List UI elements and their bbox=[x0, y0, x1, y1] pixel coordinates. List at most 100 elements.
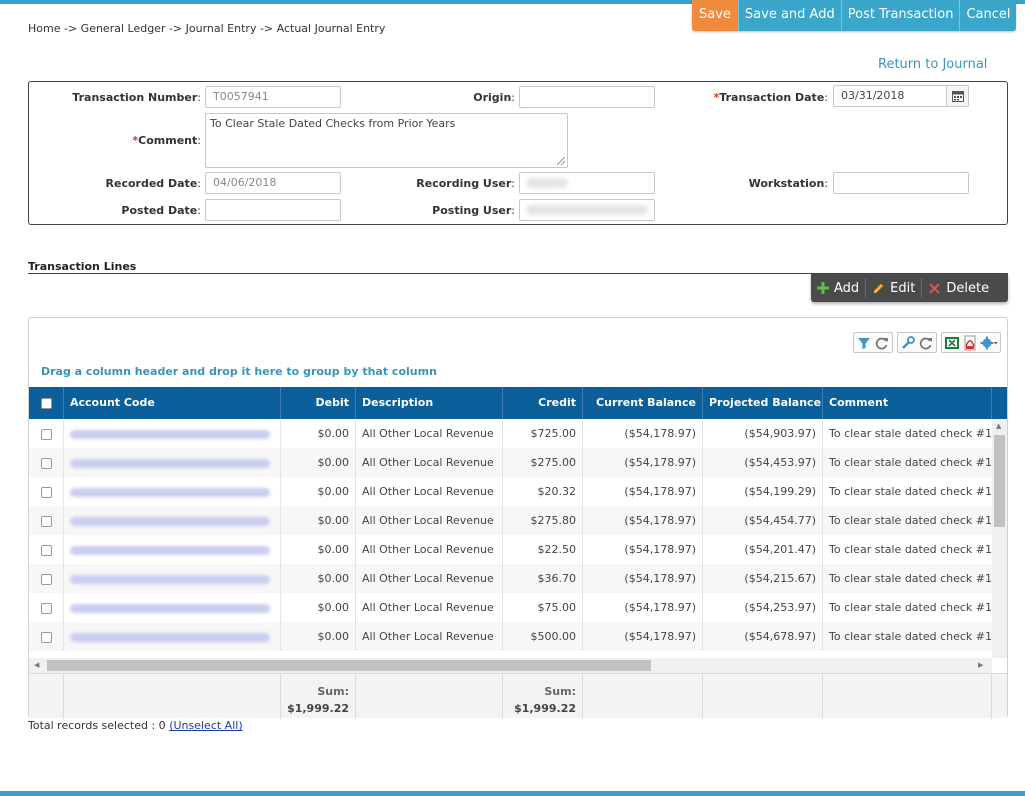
col-current-balance[interactable]: Current Balance bbox=[583, 387, 703, 419]
row-select-cell[interactable] bbox=[29, 506, 64, 535]
scroll-left-icon[interactable]: ◀ bbox=[34, 661, 39, 669]
col-comment[interactable]: Comment bbox=[823, 387, 992, 419]
horizontal-scroll-thumb[interactable] bbox=[47, 660, 651, 671]
col-debit[interactable]: Debit bbox=[281, 387, 356, 419]
transaction-date-value: 03/31/2018 bbox=[841, 89, 905, 102]
footer-cell bbox=[583, 674, 703, 719]
posted-date-field[interactable] bbox=[205, 199, 341, 221]
account-code-link[interactable] bbox=[70, 516, 270, 526]
account-code-cell[interactable] bbox=[64, 593, 281, 622]
current-balance-cell: ($54,178.97) bbox=[583, 535, 703, 564]
settings-gear-icon[interactable] bbox=[980, 335, 998, 351]
col-credit[interactable]: Credit bbox=[503, 387, 583, 419]
delete-line-button[interactable]: Delete bbox=[921, 278, 995, 298]
account-code-link[interactable] bbox=[70, 487, 270, 497]
table-row[interactable]: $0.00 All Other Local Revenue $36.70 ($5… bbox=[29, 564, 992, 593]
account-code-cell[interactable] bbox=[64, 535, 281, 564]
calendar-icon[interactable] bbox=[946, 86, 968, 106]
recording-user-field[interactable] bbox=[519, 172, 655, 194]
credit-sum-value: $1,999.22 bbox=[514, 702, 576, 715]
debit-cell: $0.00 bbox=[281, 593, 356, 622]
add-line-button[interactable]: Add bbox=[811, 278, 865, 298]
account-code-link[interactable] bbox=[70, 545, 270, 555]
selection-status: Total records selected : 0 (Unselect All… bbox=[28, 719, 243, 732]
vertical-scrollbar[interactable]: ▲ bbox=[992, 419, 1007, 658]
vertical-scroll-thumb[interactable] bbox=[994, 435, 1005, 527]
add-line-label: Add bbox=[834, 280, 860, 296]
row-checkbox[interactable] bbox=[40, 544, 52, 556]
table-row[interactable]: $0.00 All Other Local Revenue $275.80 ($… bbox=[29, 506, 992, 535]
current-balance-cell: ($54,178.97) bbox=[583, 564, 703, 593]
excel-export-icon[interactable] bbox=[944, 335, 960, 351]
current-balance-cell: ($54,178.97) bbox=[583, 593, 703, 622]
row-checkbox[interactable] bbox=[40, 602, 52, 614]
origin-field[interactable] bbox=[519, 86, 655, 108]
comment-textarea[interactable]: To Clear Stale Dated Checks from Prior Y… bbox=[205, 113, 568, 168]
col-account-code[interactable]: Account Code bbox=[64, 387, 281, 419]
cancel-button[interactable]: Cancel bbox=[959, 0, 1017, 31]
row-checkbox[interactable] bbox=[40, 631, 52, 643]
table-row[interactable]: $0.00 All Other Local Revenue $22.50 ($5… bbox=[29, 535, 992, 564]
description-cell: All Other Local Revenue bbox=[356, 622, 503, 651]
account-code-cell[interactable] bbox=[64, 506, 281, 535]
row-checkbox[interactable] bbox=[40, 457, 52, 469]
scroll-right-icon[interactable]: ▶ bbox=[978, 661, 983, 669]
row-select-cell[interactable] bbox=[29, 419, 64, 448]
table-row[interactable]: $0.00 All Other Local Revenue $500.00 ($… bbox=[29, 622, 992, 651]
current-balance-cell: ($54,178.97) bbox=[583, 506, 703, 535]
row-select-cell[interactable] bbox=[29, 564, 64, 593]
row-checkbox[interactable] bbox=[40, 515, 52, 527]
table-row[interactable]: $0.00 All Other Local Revenue $275.00 ($… bbox=[29, 448, 992, 477]
select-all-checkbox[interactable] bbox=[40, 397, 52, 409]
projected-balance-cell: ($54,454.77) bbox=[703, 506, 823, 535]
row-select-cell[interactable] bbox=[29, 477, 64, 506]
row-checkbox[interactable] bbox=[40, 573, 52, 585]
account-code-cell[interactable] bbox=[64, 622, 281, 651]
post-transaction-button[interactable]: Post Transaction bbox=[840, 0, 960, 31]
table-row[interactable]: $0.00 All Other Local Revenue $20.32 ($5… bbox=[29, 477, 992, 506]
return-to-journal-link[interactable]: Return to Journal bbox=[878, 57, 987, 72]
account-code-link[interactable] bbox=[70, 603, 270, 613]
wrench-icon[interactable] bbox=[900, 335, 916, 351]
table-row[interactable]: $0.00 All Other Local Revenue $725.00 ($… bbox=[29, 419, 992, 448]
debit-cell: $0.00 bbox=[281, 477, 356, 506]
edit-line-button[interactable]: Edit bbox=[865, 278, 921, 298]
account-code-cell[interactable] bbox=[64, 448, 281, 477]
row-select-cell[interactable] bbox=[29, 622, 64, 651]
account-code-link[interactable] bbox=[70, 574, 270, 584]
description-cell: All Other Local Revenue bbox=[356, 506, 503, 535]
transaction-number-field[interactable]: T0057941 bbox=[205, 86, 341, 108]
credit-sum-label: Sum: bbox=[544, 685, 576, 698]
col-projected-balance[interactable]: Projected Balance bbox=[703, 387, 823, 419]
horizontal-scrollbar[interactable]: ◀ ▶ bbox=[29, 658, 992, 673]
refresh-filter-icon[interactable] bbox=[874, 335, 890, 351]
account-code-cell[interactable] bbox=[64, 564, 281, 593]
row-checkbox[interactable] bbox=[40, 428, 52, 440]
row-checkbox[interactable] bbox=[40, 486, 52, 498]
table-row[interactable]: $0.00 All Other Local Revenue $75.00 ($5… bbox=[29, 593, 992, 622]
recorded-date-field[interactable]: 04/06/2018 bbox=[205, 172, 341, 194]
row-select-cell[interactable] bbox=[29, 593, 64, 622]
projected-balance-cell: ($54,453.97) bbox=[703, 448, 823, 477]
comment-cell: To clear stale dated check #16 bbox=[829, 456, 992, 469]
row-select-cell[interactable] bbox=[29, 535, 64, 564]
col-description[interactable]: Description bbox=[356, 387, 503, 419]
posting-user-field[interactable] bbox=[519, 199, 655, 221]
account-code-cell[interactable] bbox=[64, 419, 281, 448]
account-code-link[interactable] bbox=[70, 458, 270, 468]
scroll-up-icon[interactable]: ▲ bbox=[996, 422, 1001, 430]
account-code-link[interactable] bbox=[70, 429, 270, 439]
save-and-add-button[interactable]: Save and Add bbox=[737, 0, 841, 31]
row-select-cell[interactable] bbox=[29, 448, 64, 477]
unselect-all-link[interactable]: (Unselect All) bbox=[169, 719, 242, 732]
transaction-date-field[interactable]: 03/31/2018 bbox=[833, 85, 969, 107]
account-code-link[interactable] bbox=[70, 632, 270, 642]
pdf-export-icon[interactable] bbox=[962, 335, 978, 351]
account-code-cell[interactable] bbox=[64, 477, 281, 506]
save-button[interactable]: Save bbox=[692, 0, 738, 31]
resize-grip-icon[interactable] bbox=[557, 157, 565, 165]
workstation-field[interactable] bbox=[833, 172, 969, 194]
filter-icon[interactable] bbox=[856, 335, 872, 351]
reset-columns-icon[interactable] bbox=[918, 335, 934, 351]
select-all-header[interactable] bbox=[29, 387, 64, 419]
